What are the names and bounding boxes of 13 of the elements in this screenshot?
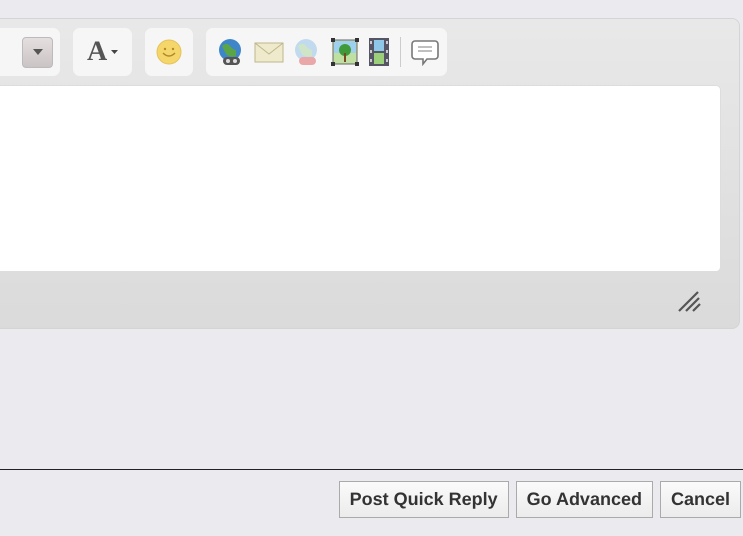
image-icon: [330, 37, 360, 67]
smiley-icon: [155, 38, 184, 66]
dropdown-button[interactable]: [22, 36, 53, 68]
envelope-icon: [254, 40, 284, 64]
form-button[interactable]: Go Advanced: [516, 481, 653, 518]
speech-bubble-icon: [411, 38, 440, 66]
form-button[interactable]: Cancel: [660, 481, 741, 518]
caret-icon: [32, 49, 42, 55]
form-button[interactable]: Post Quick Reply: [338, 481, 509, 518]
caret-icon: [111, 50, 118, 54]
resize-handle-icon[interactable]: [677, 290, 701, 312]
message-field[interactable]: [0, 85, 721, 272]
film-strip-icon: [368, 37, 390, 67]
